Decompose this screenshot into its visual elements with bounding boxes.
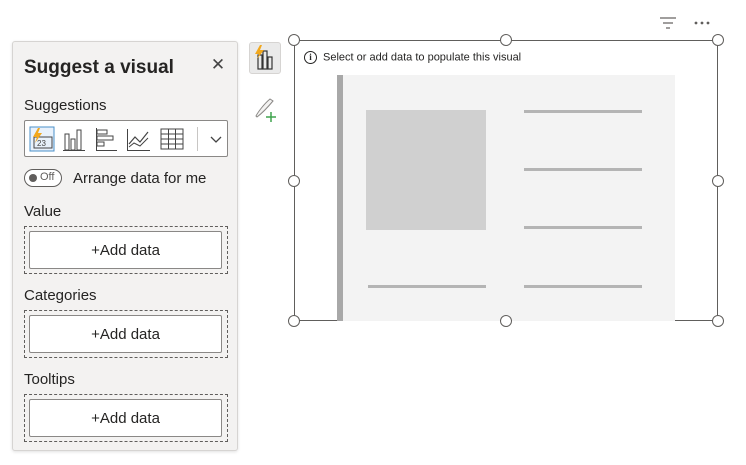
lightning-chart-icon [255, 45, 273, 70]
chevron-down-icon[interactable] [205, 128, 227, 150]
resize-handle-top-right[interactable] [712, 34, 724, 46]
resize-handle-top-left[interactable] [288, 34, 300, 46]
visual-container[interactable]: i Select or add data to populate this vis… [294, 40, 718, 321]
tooltips-label: Tooltips [24, 371, 75, 388]
toggle-knob [29, 174, 37, 182]
categories-label: Categories [24, 287, 97, 304]
tooltips-drop-zone: +Add data [24, 394, 228, 442]
resize-handle-bottom-right[interactable] [712, 315, 724, 327]
resize-handle-bottom-left[interactable] [288, 315, 300, 327]
paintbrush-add-icon [255, 98, 276, 122]
table-icon[interactable] [159, 126, 185, 152]
close-icon[interactable]: ✕ [209, 56, 227, 74]
tooltips-add-data-button[interactable]: +Add data [29, 399, 222, 437]
filter-icon[interactable] [658, 13, 678, 33]
gallery-divider [197, 127, 198, 151]
placeholder-line [524, 168, 642, 171]
svg-text:23: 23 [37, 139, 46, 148]
clustered-bar-chart-icon[interactable] [93, 126, 119, 152]
clustered-column-chart-icon[interactable] [61, 126, 87, 152]
placeholder-line [524, 226, 642, 229]
value-label: Value [24, 203, 62, 220]
lightning-card-icon[interactable]: 23 [29, 126, 55, 152]
placeholder-block [366, 110, 486, 230]
placeholder-line [524, 110, 642, 113]
pane-title: Suggest a visual [24, 57, 174, 78]
resize-handle-bottom[interactable] [500, 315, 512, 327]
line-chart-icon[interactable] [125, 126, 151, 152]
placeholder-line [524, 285, 642, 288]
resize-handle-right[interactable] [712, 175, 724, 187]
categories-add-data-button[interactable]: +Add data [29, 315, 222, 353]
resize-handle-top[interactable] [500, 34, 512, 46]
placeholder-bar [337, 75, 343, 321]
format-visual-button[interactable] [250, 92, 282, 124]
value-add-data-button[interactable]: +Add data [29, 231, 222, 269]
suggest-visual-pane: Suggest a visual ✕ Suggestions 23 Off Ar… [12, 41, 238, 451]
value-drop-zone: +Add data [24, 226, 228, 274]
arrange-data-toggle[interactable]: Off [24, 169, 62, 187]
categories-drop-zone: +Add data [24, 310, 228, 358]
suggest-visual-button[interactable] [249, 42, 281, 74]
info-text: Select or add data to populate this visu… [323, 51, 522, 64]
toggle-state-text: Off [40, 171, 55, 183]
suggestions-gallery: 23 [24, 120, 228, 157]
placeholder-line [368, 285, 486, 288]
resize-handle-left[interactable] [288, 175, 300, 187]
info-icon: i [304, 51, 317, 64]
arrange-data-label: Arrange data for me [73, 170, 207, 187]
more-options-icon[interactable] [692, 13, 712, 33]
visual-placeholder [337, 75, 675, 321]
info-message: i Select or add data to populate this vis… [304, 51, 521, 64]
suggestions-label: Suggestions [24, 97, 107, 114]
